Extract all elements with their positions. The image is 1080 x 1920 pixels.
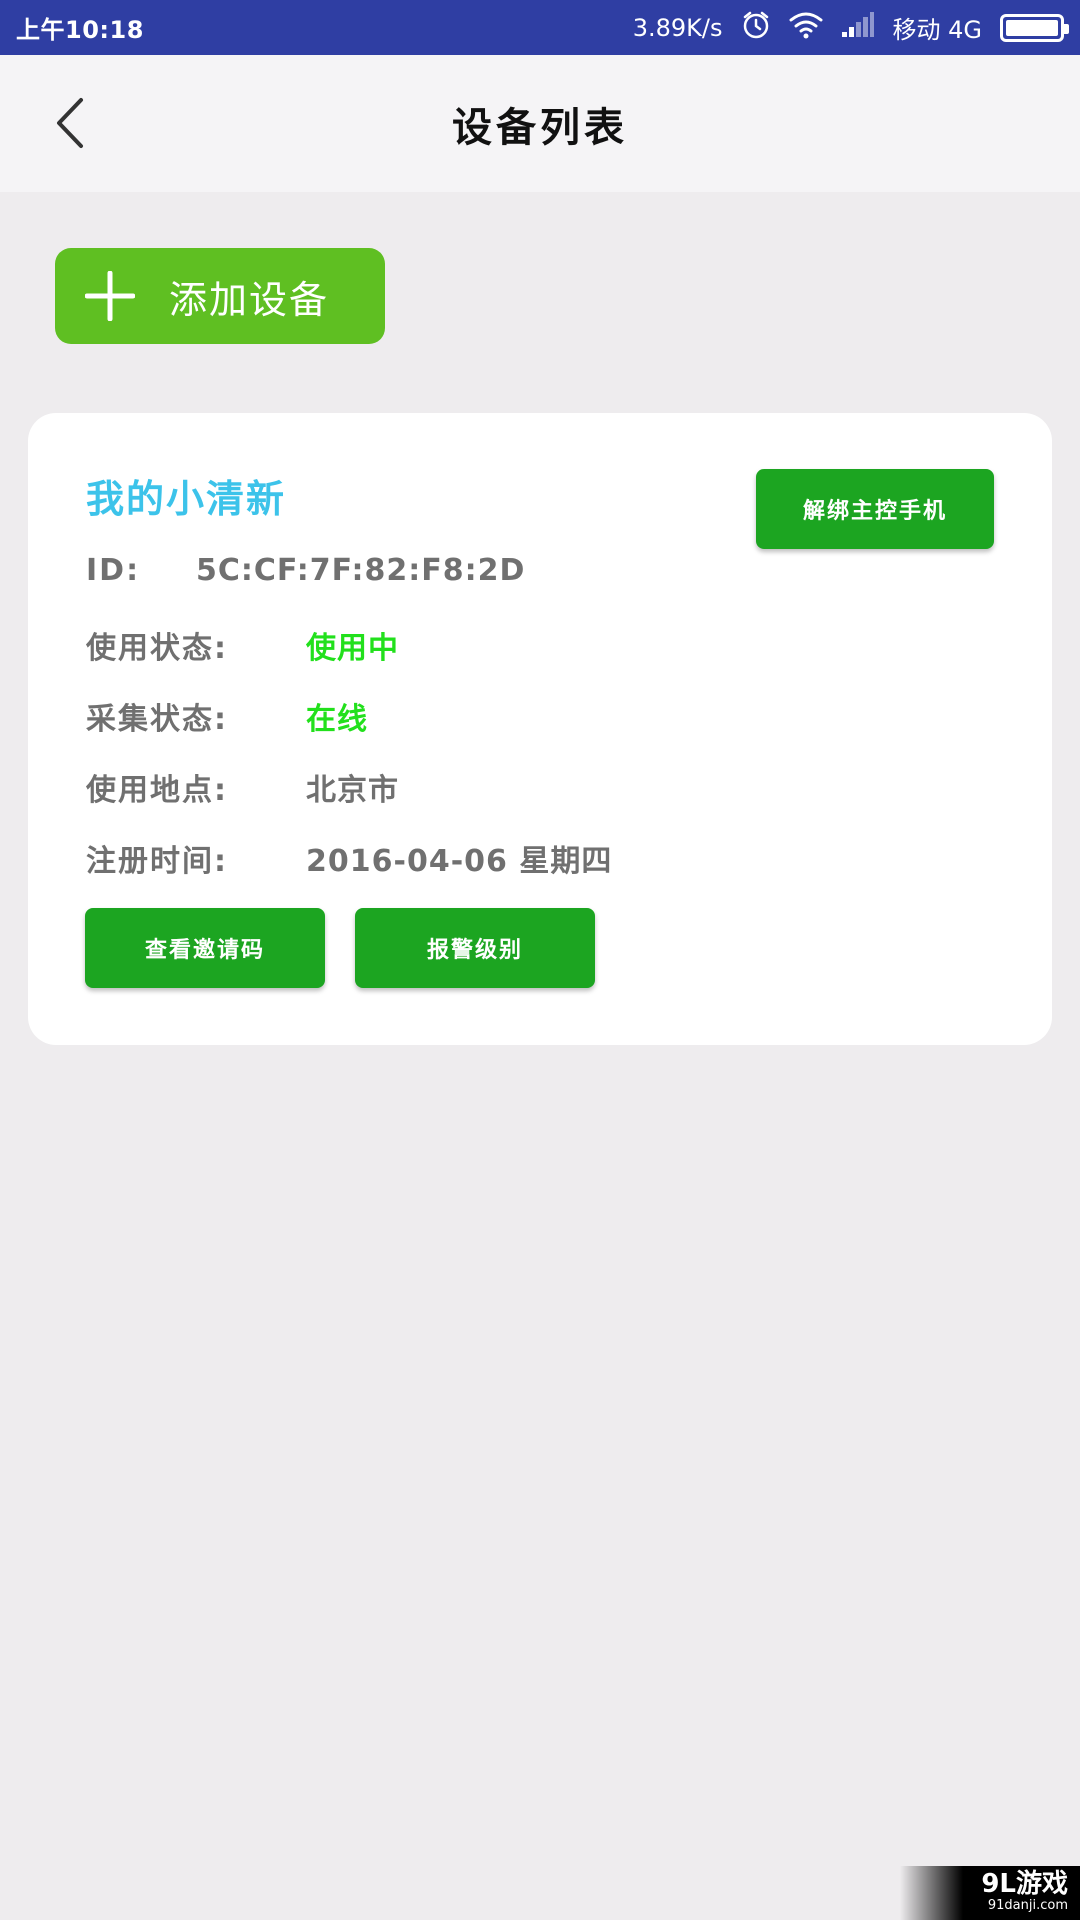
page-title: 设备列表 bbox=[452, 104, 628, 151]
collect-status-value: 在线 bbox=[306, 702, 368, 737]
unbind-master-phone-button[interactable]: 解绑主控手机 bbox=[756, 469, 994, 549]
wifi-icon bbox=[789, 11, 823, 45]
register-time-row: 注册时间: 2016-04-06 星期四 bbox=[86, 836, 612, 880]
status-right: 3.89K/s 移动 4G bbox=[632, 10, 1069, 46]
back-button[interactable] bbox=[40, 93, 100, 153]
device-card: 我的小清新 解绑主控手机 ID: 5C:CF:7F:82:F8:2D 使用状态:… bbox=[28, 413, 1052, 1045]
alarm-level-button[interactable]: 报警级别 bbox=[355, 908, 595, 988]
usage-status-row: 使用状态: 使用中 bbox=[86, 623, 399, 667]
location-value: 北京市 bbox=[306, 773, 399, 808]
add-device-button[interactable]: 添加设备 bbox=[55, 248, 385, 344]
register-time-value: 2016-04-06 星期四 bbox=[306, 844, 613, 879]
device-id-value: 5C:CF:7F:82:F8:2D bbox=[196, 553, 526, 588]
add-device-label: 添加设备 bbox=[169, 277, 330, 322]
status-time: 上午10:18 bbox=[16, 16, 144, 44]
network-speed: 3.89K/s bbox=[632, 13, 723, 42]
chevron-left-icon bbox=[57, 98, 83, 148]
view-invite-code-button[interactable]: 查看邀请码 bbox=[85, 908, 325, 988]
location-label: 使用地点: bbox=[86, 773, 228, 808]
device-name: 我的小清新 bbox=[86, 477, 287, 521]
usage-status-value: 使用中 bbox=[306, 631, 399, 666]
signal-icon bbox=[841, 11, 875, 44]
watermark-logo: 9L游戏 91danji.com bbox=[900, 1866, 1080, 1920]
register-time-label: 注册时间: bbox=[86, 844, 228, 879]
usage-status-label: 使用状态: bbox=[86, 631, 228, 666]
alarm-icon bbox=[741, 10, 771, 46]
device-id-label: ID: bbox=[86, 553, 141, 588]
watermark-sub: 91danji.com bbox=[987, 1898, 1068, 1913]
plus-icon bbox=[85, 271, 135, 321]
collect-status-row: 采集状态: 在线 bbox=[86, 694, 368, 738]
battery-icon bbox=[1000, 13, 1069, 42]
status-bar: 上午10:18 3.89K/s 移动 4G bbox=[0, 0, 1080, 55]
watermark-main: 9L游戏 bbox=[981, 1869, 1068, 1899]
device-id-row: ID: 5C:CF:7F:82:F8:2D bbox=[86, 553, 525, 588]
carrier-label: 移动 4G bbox=[892, 16, 983, 44]
location-row: 使用地点: 北京市 bbox=[86, 765, 399, 809]
title-bar: 设备列表 bbox=[0, 55, 1080, 192]
collect-status-label: 采集状态: bbox=[86, 702, 228, 737]
